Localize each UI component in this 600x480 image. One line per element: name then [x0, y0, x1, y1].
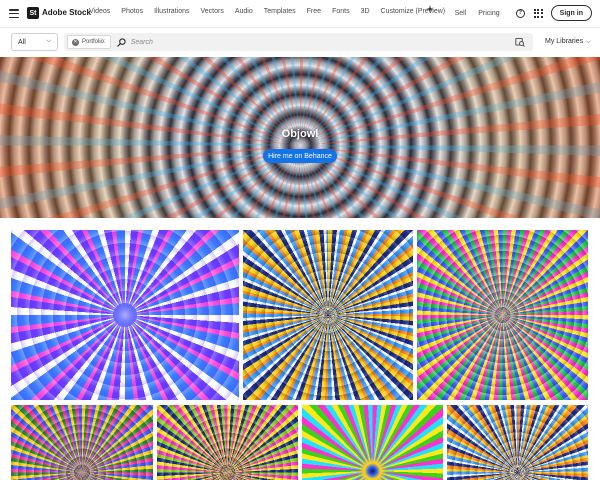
nav-link-customize[interactable]: Customize (Preview): [381, 8, 446, 15]
my-libraries-dropdown[interactable]: My Libraries ⌵: [545, 38, 591, 46]
thumb-bottom-2[interactable]: [157, 405, 298, 480]
clear-chip-icon[interactable]: ✕: [72, 38, 79, 46]
sparkle-icon: [426, 5, 434, 13]
top-nav: St Adobe Stock Videos Photos Illustratio…: [0, 0, 600, 28]
contributor-name: Objowl: [281, 128, 319, 140]
visual-search-icon[interactable]: [515, 37, 525, 47]
my-libraries-label: My Libraries: [545, 38, 584, 45]
hire-me-button[interactable]: Hire me on Behance: [263, 149, 337, 163]
asset-type-value: All: [18, 38, 26, 46]
help-icon[interactable]: ?: [515, 8, 525, 18]
nav-link-videos[interactable]: Videos: [89, 8, 110, 15]
adobe-stock-logo-icon[interactable]: St: [27, 7, 39, 19]
nav-link-fonts[interactable]: Fonts: [332, 8, 350, 15]
image-gallery: [0, 218, 600, 480]
apps-grid-icon[interactable]: [533, 8, 543, 18]
nav-link-audio[interactable]: Audio: [235, 8, 253, 15]
brand-name[interactable]: Adobe Stock: [42, 8, 91, 17]
nav-link-free[interactable]: Free: [307, 8, 321, 15]
search-box[interactable]: ✕ Portfolio:: [64, 33, 533, 51]
thumb-bottom-3[interactable]: [302, 405, 443, 480]
nav-link-pricing[interactable]: Pricing: [478, 10, 499, 17]
chevron-down-icon: ⌵: [46, 38, 51, 44]
nav-link-templates[interactable]: Templates: [264, 8, 296, 15]
thumb-bottom-1[interactable]: [11, 405, 153, 480]
main-nav: Videos Photos Illustrations Vectors Audi…: [89, 8, 456, 15]
search-input[interactable]: [130, 38, 491, 46]
hamburger-menu-icon[interactable]: [9, 9, 19, 18]
nav-link-illustrations[interactable]: Illustrations: [154, 8, 189, 15]
thumb-purple-starburst[interactable]: [11, 230, 239, 400]
nav-link-vectors[interactable]: Vectors: [200, 8, 223, 15]
portfolio-filter-chip[interactable]: ✕ Portfolio:: [67, 35, 111, 49]
thumb-green-rainbow-radial[interactable]: [417, 230, 588, 400]
search-row: All ⌵ ✕ Portfolio: My Libraries⌵: [0, 28, 600, 56]
nav-link-3d[interactable]: 3D: [361, 8, 370, 15]
nav-link-sell[interactable]: Sell: [455, 10, 467, 17]
nav-link-photos[interactable]: Photos: [121, 8, 143, 15]
sign-in-button[interactable]: Sign in: [550, 5, 592, 21]
thumb-yellow-blue-radial[interactable]: [243, 230, 413, 400]
chevron-down-icon: ⌵: [586, 39, 591, 45]
asset-type-select[interactable]: All ⌵: [11, 33, 58, 51]
right-nav: Sell Pricing ? Sign in: [455, 5, 592, 21]
portfolio-hero-banner: Objowl Hire me on Behance: [0, 57, 600, 218]
search-icon: [117, 37, 126, 47]
portfolio-chip-label: Portfolio:: [82, 39, 106, 45]
thumb-bottom-4[interactable]: [447, 405, 588, 480]
